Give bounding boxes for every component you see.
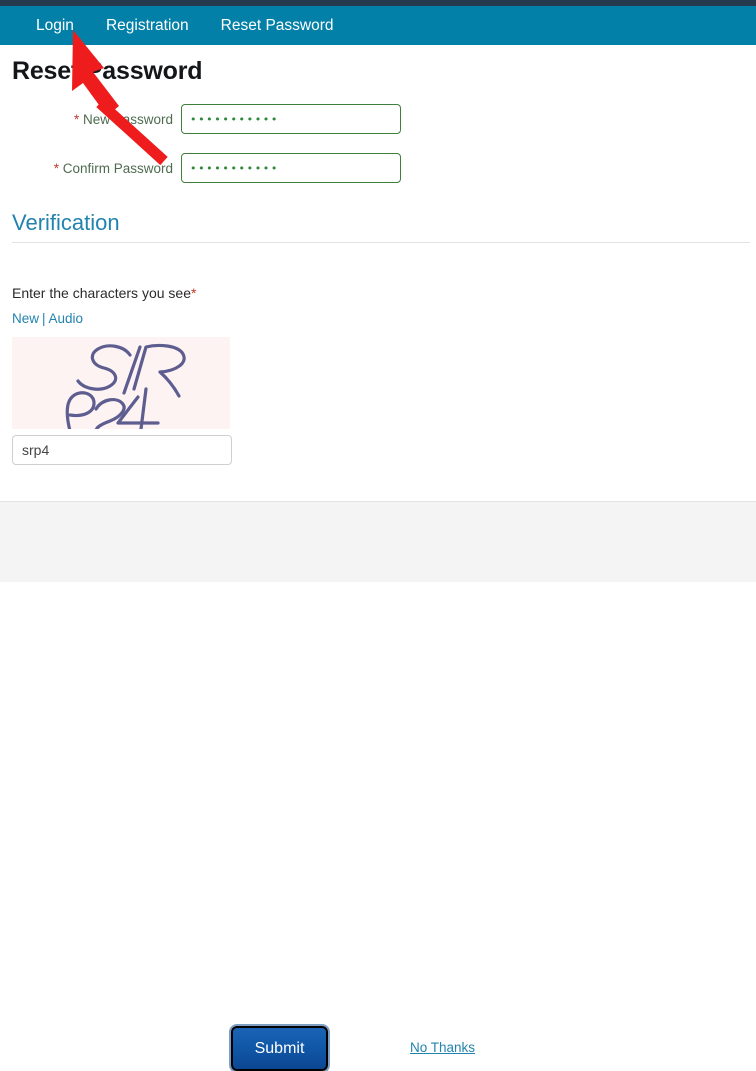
confirm-password-label: * Confirm Password (0, 161, 181, 176)
captcha-new-link[interactable]: New (12, 311, 39, 326)
confirm-password-label-text: Confirm Password (62, 160, 173, 176)
confirm-password-row: * Confirm Password ••••••••••• (0, 153, 420, 183)
confirm-password-input[interactable]: ••••••••••• (181, 153, 401, 183)
new-password-masked-value: ••••••••••• (190, 112, 279, 126)
nav-list: Login Registration Reset Password (0, 6, 366, 45)
new-password-label-text: New Password (82, 111, 173, 127)
confirm-password-masked-value: ••••••••••• (190, 161, 279, 175)
captcha-image (12, 337, 230, 429)
verification-heading: Verification (12, 210, 120, 235)
required-asterisk: * (53, 160, 59, 176)
captcha-links: New | Audio (12, 311, 83, 326)
page-title: Reset Password (12, 57, 203, 85)
footer-panel: Submit No Thanks (0, 501, 756, 1071)
nav-item-login[interactable]: Login (36, 6, 74, 45)
captcha-prompt-text: Enter the characters you see (12, 285, 191, 301)
submit-button[interactable]: Submit (231, 1026, 328, 1071)
new-password-input[interactable]: ••••••••••• (181, 104, 401, 134)
nav-item-reset-password[interactable]: Reset Password (221, 6, 334, 45)
required-asterisk: * (73, 111, 80, 127)
new-password-label: * New Password (0, 112, 181, 127)
captcha-audio-link[interactable]: Audio (49, 311, 84, 326)
required-asterisk: * (191, 285, 197, 301)
captcha-input-value: srp4 (22, 442, 50, 458)
captcha-prompt: Enter the characters you see* (12, 285, 196, 301)
no-thanks-link[interactable]: No Thanks (410, 1040, 475, 1055)
captcha-glyphs (65, 343, 186, 429)
arrow-shape (72, 30, 168, 166)
main-navbar: Login Registration Reset Password (0, 6, 756, 45)
captcha-link-separator: | (42, 311, 46, 326)
new-password-row: * New Password ••••••••••• (0, 104, 420, 134)
captcha-input[interactable]: srp4 (12, 435, 232, 465)
nav-item-registration[interactable]: Registration (106, 6, 189, 45)
section-divider (12, 242, 750, 243)
